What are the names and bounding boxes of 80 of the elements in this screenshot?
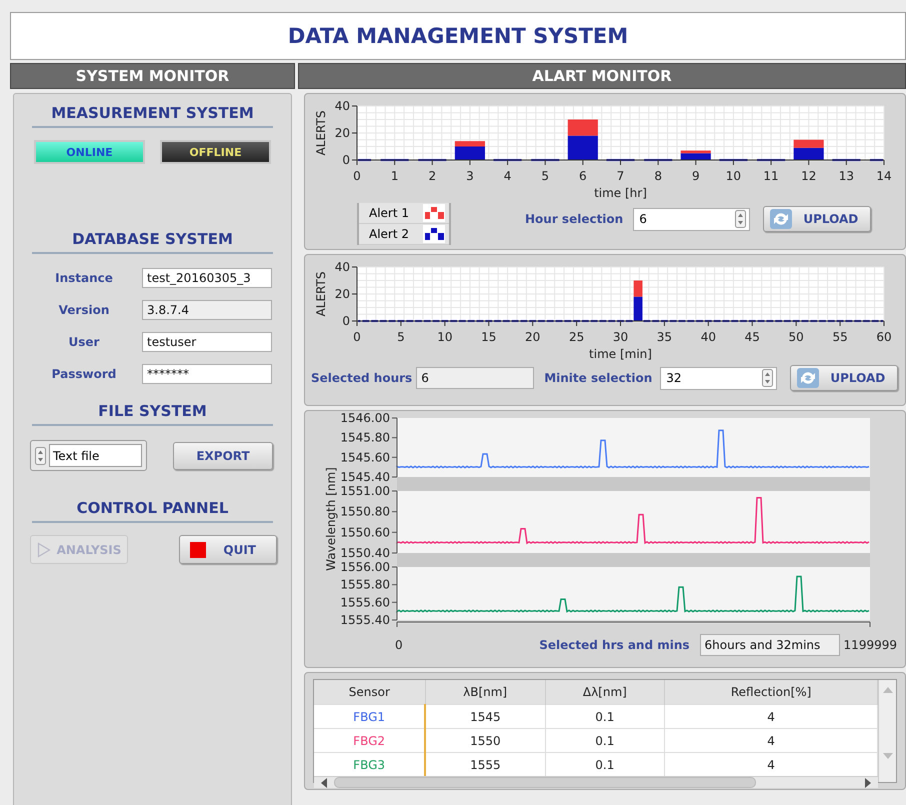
section-heading: DATABASE SYSTEM — [71, 229, 234, 250]
legend-label: Alert 2 — [369, 227, 410, 241]
tick-label: 40 — [700, 330, 716, 344]
tick-label: 20 — [334, 126, 350, 140]
tick-label: 45 — [744, 330, 760, 344]
tick-label: 1555.60 — [340, 595, 390, 610]
table-cell: 4 — [664, 728, 878, 752]
tick-label: 55 — [832, 330, 848, 344]
section-heading: MEASUREMENT SYSTEM — [50, 103, 255, 124]
tick-label: 0 — [395, 638, 403, 652]
tick-label: 60 — [876, 330, 892, 344]
axis-title: Wavelength [nm] — [324, 467, 338, 571]
tick-label: 15 — [481, 330, 496, 344]
tick-label: 1545.40 — [340, 470, 390, 484]
tick-label: 1555.80 — [340, 578, 390, 592]
field-label: Instance — [54, 271, 114, 285]
table-cell: 0.1 — [545, 704, 665, 728]
table-cell: FBG2 — [314, 728, 426, 752]
section-heading: FILE SYSTEM — [97, 401, 208, 422]
field-label: Selected hours — [311, 371, 412, 385]
table-cell: FBG1 — [314, 704, 426, 728]
tick-label: 10 — [437, 330, 452, 344]
field-label: Hour selection — [525, 212, 624, 226]
table-cell: 0.1 — [545, 728, 665, 752]
field-label: Selected hrs and mins — [539, 638, 690, 652]
tick-label: 6 — [579, 169, 587, 183]
tick-label: 3 — [466, 169, 474, 183]
axis-title: time [min] — [589, 347, 652, 361]
tick-label: 0 — [342, 153, 350, 167]
tick-label: 1545.60 — [340, 450, 390, 464]
tick-label: 1551.00 — [340, 484, 390, 498]
tick-label: 30 — [612, 330, 628, 344]
table-cell: 1550 — [425, 728, 545, 752]
tick-label: 25 — [568, 330, 584, 344]
tick-label: 0 — [353, 330, 361, 344]
tick-label: 0 — [342, 314, 350, 328]
tick-label: 0 — [353, 169, 361, 183]
field-label: Password — [50, 367, 118, 381]
tick-label: 9 — [692, 169, 700, 183]
tick-label: 1550.60 — [340, 525, 390, 540]
tick-label: 13 — [838, 169, 854, 183]
tick-label: 1550.80 — [340, 504, 390, 519]
axis-title: time [hr] — [594, 186, 647, 200]
tick-label: 1555.40 — [340, 613, 390, 627]
tick-label: 5 — [541, 169, 550, 183]
table-cell: 1545 — [425, 704, 545, 728]
table-cell: 4 — [664, 704, 878, 728]
tick-label: 1546.00 — [340, 413, 390, 425]
tick-label: 40 — [334, 99, 350, 113]
tick-label: 1545.80 — [340, 430, 390, 445]
section-heading: CONTROL PANNEL — [76, 498, 230, 519]
tick-label: 10 — [726, 169, 742, 183]
text-field: 3.8.7.4 — [142, 300, 272, 320]
analysis-button: ANALYSIS — [30, 535, 128, 564]
tick-label: 1556.00 — [340, 560, 390, 574]
tick-label: 20 — [525, 330, 540, 344]
tick-label: 1199999 — [844, 638, 897, 652]
window-title: DATA MANAGEMENT SYSTEM — [288, 24, 628, 48]
legend-label: Alert 1 — [369, 206, 410, 220]
panel-header: ALART MONITOR — [298, 63, 906, 89]
field-label: Minite selection — [544, 371, 652, 385]
tick-label: 8 — [654, 169, 662, 183]
tick-label: 1 — [390, 169, 398, 183]
tick-label: 35 — [656, 330, 672, 344]
tick-label: 11 — [763, 169, 779, 183]
tick-label: 2 — [428, 169, 436, 183]
axis-title: ALERTS — [314, 110, 328, 156]
tick-label: 40 — [334, 260, 350, 274]
tick-label: 1550.40 — [340, 546, 390, 560]
tick-label: 50 — [788, 330, 804, 344]
field-label: Version — [58, 303, 110, 317]
tick-label: 7 — [616, 169, 624, 183]
tick-label: 20 — [334, 287, 350, 301]
field-label: User — [68, 335, 100, 349]
panel-header: SYSTEM MONITOR — [10, 63, 295, 89]
tick-label: 5 — [397, 330, 405, 344]
tick-label: 14 — [876, 169, 892, 183]
tick-label: 12 — [801, 169, 816, 183]
axis-title: ALERTS — [314, 272, 328, 316]
tick-label: 4 — [504, 169, 512, 183]
